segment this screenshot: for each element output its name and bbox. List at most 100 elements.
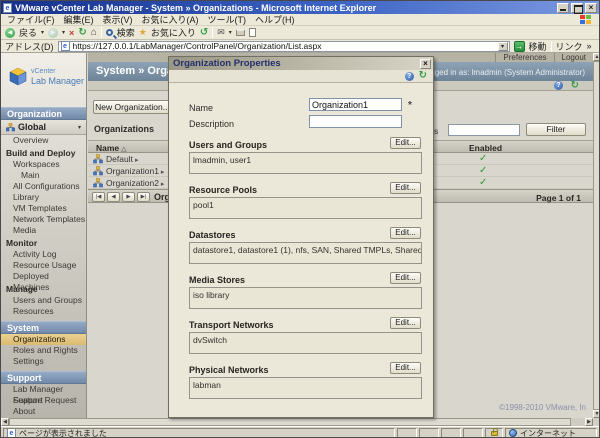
scroll-right-icon[interactable]: ▶ — [585, 418, 593, 426]
organization-properties-dialog: Organization Properties × ? ↻ Name * Des… — [168, 56, 434, 418]
transport-networks-edit-button[interactable]: Edit... — [390, 317, 421, 329]
chevron-down-icon: ▾ — [78, 124, 81, 131]
sidebar-item-vm-templates[interactable]: VM Templates — [1, 203, 86, 214]
sidebar-item-activity-log[interactable]: Activity Log — [1, 249, 86, 260]
sidebar-item-all-configurations[interactable]: All Configurations — [1, 181, 86, 192]
browser-window: e VMware vCenter Lab Manager - System » … — [0, 0, 600, 438]
menu-bar: ファイル(F) 編集(E) 表示(V) お気に入り(A) ツール(T) ヘルプ(… — [1, 14, 599, 26]
dialog-refresh-icon[interactable]: ↻ — [419, 71, 427, 81]
previous-page-button[interactable]: ◀ — [107, 192, 120, 202]
go-icon[interactable]: → — [514, 41, 525, 52]
edit-page-icon[interactable] — [249, 28, 256, 37]
back-dropdown-icon[interactable]: ▾ — [41, 29, 44, 36]
sidebar-item-library[interactable]: Library — [1, 192, 86, 203]
address-url[interactable]: https://127.0.0.1/LabManager/ControlPane… — [73, 41, 495, 51]
minimize-button[interactable] — [557, 3, 569, 13]
description-label: Description — [189, 119, 234, 129]
datastores-edit-button[interactable]: Edit... — [390, 227, 421, 239]
users-and-groups-edit-button[interactable]: Edit... — [390, 137, 421, 149]
sidebar-item-workspaces[interactable]: Workspaces — [1, 159, 86, 170]
home-icon[interactable]: ⌂ — [91, 27, 97, 38]
scroll-down-icon[interactable]: ▼ — [593, 410, 600, 418]
sidebar-item-settings[interactable]: Settings — [1, 356, 86, 367]
enabled-check-icon: ✓ — [479, 177, 487, 188]
dialog-close-icon[interactable]: × — [420, 59, 431, 69]
sidebar-item-about[interactable]: About — [1, 406, 86, 417]
vertical-scrollbar[interactable]: ▲ ▼ — [593, 53, 600, 418]
column-header-name[interactable]: Name△ — [96, 143, 127, 153]
preferences-link[interactable]: Preferences — [495, 53, 553, 62]
name-field[interactable] — [309, 98, 402, 111]
next-page-button[interactable]: ▶ — [122, 192, 135, 202]
description-field[interactable] — [309, 115, 402, 128]
dialog-titlebar[interactable]: Organization Properties × — [169, 57, 433, 70]
stop-icon[interactable]: × — [69, 28, 74, 38]
menu-file[interactable]: ファイル(F) — [7, 13, 55, 26]
history-icon[interactable]: ↺ — [200, 27, 208, 38]
last-page-button[interactable]: ▶| — [137, 192, 150, 202]
search-icon[interactable] — [106, 29, 113, 36]
links-label[interactable]: リンク — [556, 40, 583, 53]
new-organization-button[interactable]: New Organization... — [93, 100, 172, 114]
sidebar-item-users-and-groups[interactable]: Users and Groups — [1, 295, 86, 306]
print-icon[interactable] — [236, 29, 245, 36]
status-pane — [419, 428, 439, 438]
close-button[interactable]: × — [585, 3, 597, 13]
sidebar-item-resource-usage[interactable]: Resource Usage — [1, 260, 86, 271]
sidebar-item-feature-request[interactable]: Feature Request — [1, 395, 86, 406]
page-icon: e — [61, 41, 70, 51]
restore-button[interactable] — [571, 3, 583, 13]
sidebar-item-lab-manager-support[interactable]: Lab Manager Support — [1, 384, 86, 395]
vertical-scroll-thumb[interactable] — [593, 61, 600, 410]
resource-pools-edit-button[interactable]: Edit... — [390, 182, 421, 194]
column-header-enabled[interactable]: Enabled — [469, 143, 502, 153]
mail-dropdown-icon[interactable]: ▾ — [229, 29, 232, 36]
scroll-left-icon[interactable]: ◀ — [1, 418, 9, 426]
sidebar-item-overview[interactable]: Overview — [1, 135, 86, 146]
sidebar-item-media[interactable]: Media — [1, 225, 86, 236]
search-label[interactable]: 検索 — [117, 26, 135, 39]
sidebar-item-main[interactable]: Main — [1, 170, 86, 181]
forward-icon[interactable]: ▶ — [48, 28, 58, 38]
menu-help[interactable]: ヘルプ(H) — [255, 13, 295, 26]
logout-link[interactable]: Logout — [554, 53, 593, 62]
sidebar-item-resources[interactable]: Resources — [1, 306, 86, 317]
dialog-help-icon[interactable]: ? — [405, 72, 414, 81]
organization-icon — [93, 154, 103, 164]
address-input[interactable]: e https://127.0.0.1/LabManager/ControlPa… — [58, 41, 510, 52]
mail-icon[interactable]: ✉ — [217, 27, 225, 38]
address-dropdown-icon[interactable]: ▾ — [498, 42, 508, 51]
favorites-icon[interactable]: ★ — [139, 27, 147, 38]
filter-input[interactable] — [448, 124, 520, 136]
menu-edit[interactable]: 編集(E) — [64, 13, 94, 26]
links-chevron-icon[interactable]: » — [587, 41, 592, 51]
sidebar-item-deployed-machines[interactable]: Deployed Machines — [1, 271, 86, 282]
first-page-button[interactable]: |◀ — [92, 192, 105, 202]
sidebar-org-selector[interactable]: Global ▾ — [1, 120, 86, 135]
org-name-link[interactable]: Organization2▸ — [106, 178, 164, 188]
back-label[interactable]: 戻る — [19, 26, 37, 39]
page-refresh-icon[interactable]: ↻ — [571, 81, 579, 91]
row-arrow-icon: ▸ — [161, 181, 165, 188]
filter-button[interactable]: Filter — [526, 123, 586, 136]
favorites-label[interactable]: お気に入り — [151, 26, 196, 39]
refresh-icon[interactable]: ↻ — [78, 27, 86, 38]
sidebar-item-network-templates[interactable]: Network Templates — [1, 214, 86, 225]
horizontal-scrollbar[interactable]: ◀ ▶ — [1, 418, 593, 426]
org-name-link[interactable]: Default▸ — [106, 154, 138, 164]
help-icon[interactable]: ? — [554, 81, 563, 90]
horizontal-scroll-thumb[interactable] — [9, 418, 571, 426]
sidebar-item-organizations[interactable]: Organizations — [1, 334, 86, 345]
media-stores-edit-button[interactable]: Edit... — [390, 272, 421, 284]
scroll-up-icon[interactable]: ▲ — [593, 53, 600, 61]
menu-tools[interactable]: ツール(T) — [208, 13, 247, 26]
org-name-link[interactable]: Organization1▸ — [106, 166, 164, 176]
back-icon[interactable]: ◀ — [5, 28, 15, 38]
menu-favorites[interactable]: お気に入り(A) — [142, 13, 199, 26]
menu-view[interactable]: 表示(V) — [103, 13, 133, 26]
physical-networks-edit-button[interactable]: Edit... — [390, 362, 421, 374]
ie-document-icon: e — [3, 3, 12, 13]
go-label[interactable]: 移動 — [529, 40, 547, 53]
sidebar-item-roles-and-rights[interactable]: Roles and Rights — [1, 345, 86, 356]
forward-dropdown-icon[interactable]: ▾ — [62, 29, 65, 36]
